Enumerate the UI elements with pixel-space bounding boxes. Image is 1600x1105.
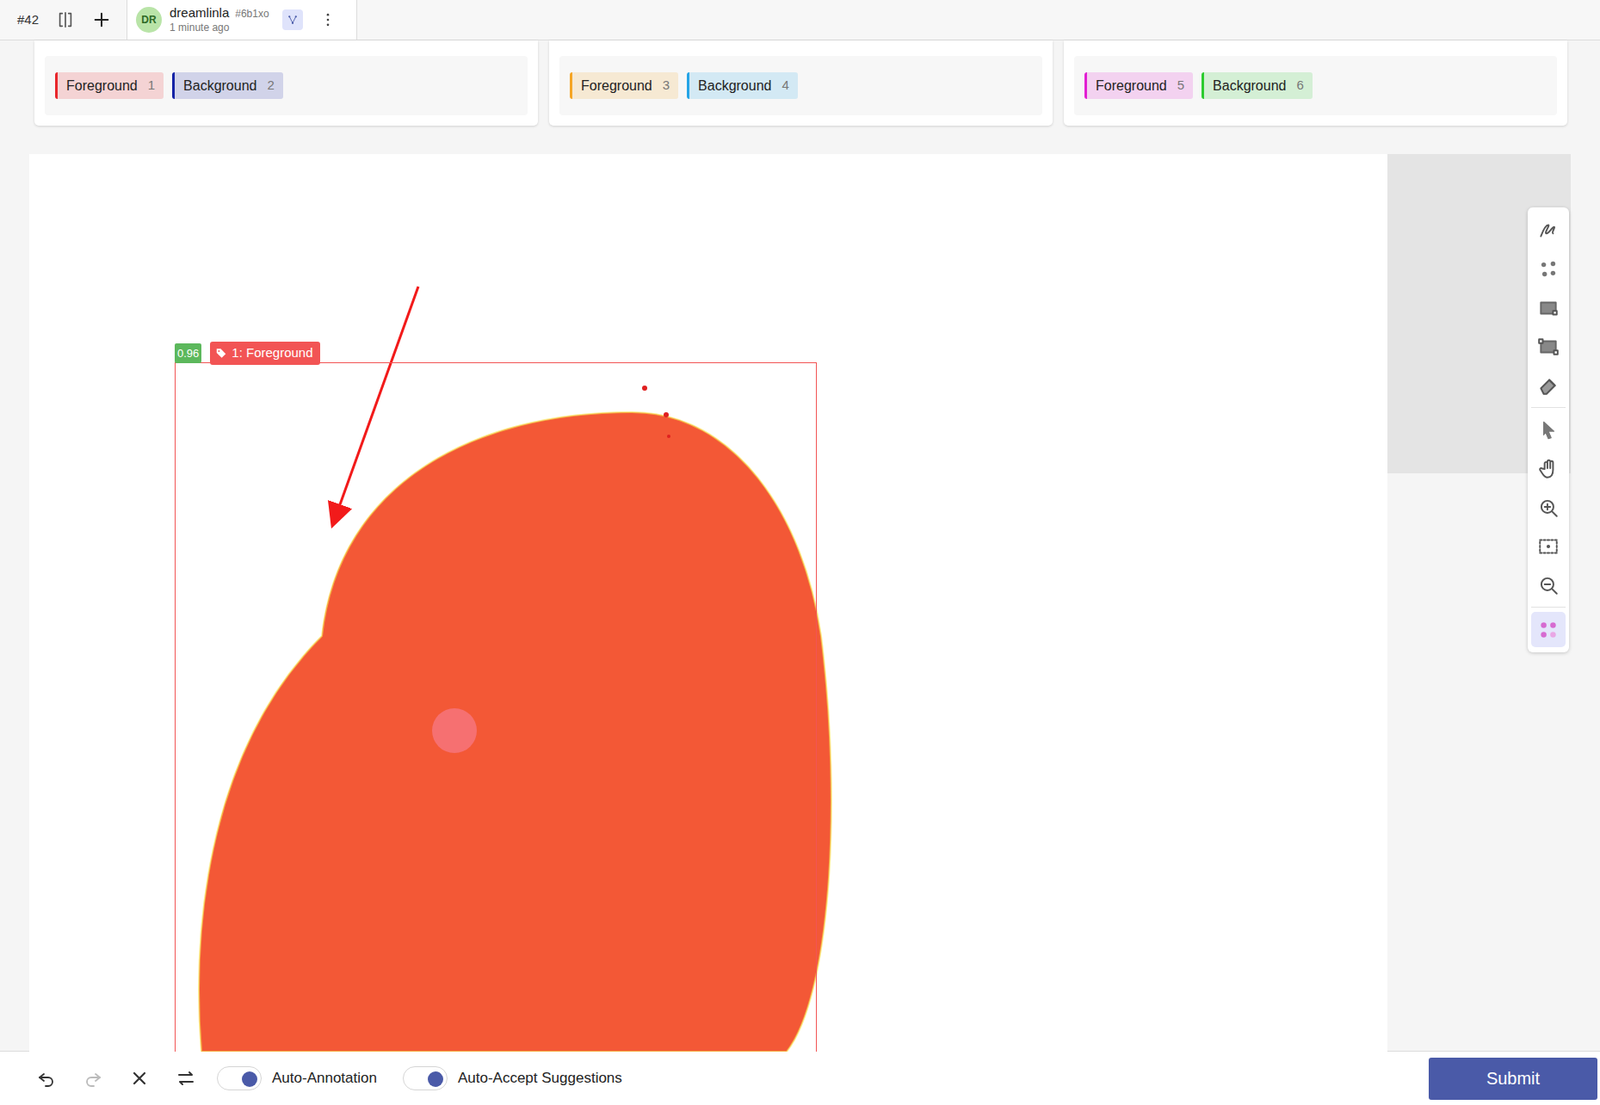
submit-button[interactable]: Submit [1428, 1057, 1598, 1100]
tool-button[interactable] [1531, 412, 1566, 448]
tab-time: 1 minute ago [169, 21, 270, 34]
region-label[interactable]: 1: Foreground [210, 341, 320, 365]
toggle-track[interactable] [216, 1066, 262, 1091]
tab-info: dreamlinla #6b1xo1 minute ago [169, 6, 270, 34]
workspace: Foreground 1 Background 2 Foreground 3 Backgro… [0, 40, 1600, 1051]
label-chip[interactable]: Foreground 1 [55, 72, 164, 99]
label-text: Foreground [66, 75, 138, 97]
tool-button[interactable] [1531, 212, 1566, 248]
region-tags: 0.96 1: Foreground [174, 341, 321, 365]
stage: 0.96 1: Foreground [0, 154, 1600, 1052]
tool-bar [1527, 207, 1570, 653]
toggle-label: Auto-Accept Suggestions [457, 1067, 623, 1090]
close-icon [129, 1068, 150, 1089]
label-hotkey: 2 [266, 75, 274, 96]
label-hotkey: 4 [781, 75, 789, 96]
label-list: Foreground 3 Background 4 [559, 55, 1043, 116]
user-name: dreamlinla [169, 6, 229, 21]
split-view-icon [55, 10, 75, 30]
tool-button[interactable] [1531, 611, 1566, 648]
graph-icon [284, 12, 301, 28]
label-text: Background [698, 75, 772, 97]
toggle-track[interactable] [402, 1066, 448, 1091]
bottom-bar: Auto-Annotation Auto-Accept Suggestions Su… [0, 1050, 1600, 1105]
label-hotkey: 1 [148, 75, 155, 96]
swap-button[interactable] [170, 1062, 202, 1094]
swap-icon [175, 1068, 197, 1089]
toggle-switch[interactable]: Auto-Accept Suggestions [402, 1066, 623, 1091]
annotation-tab[interactable]: DR dreamlinla #6b1xo1 minute ago [126, 0, 358, 40]
rectangle-icon [1537, 296, 1560, 320]
split-view-button[interactable] [47, 0, 84, 40]
user-avatar: DR [135, 6, 162, 33]
image-canvas[interactable]: 0.96 1: Foreground [29, 154, 1388, 1052]
toggle-knob [427, 1071, 444, 1088]
redo-icon [82, 1068, 104, 1089]
kebab-icon [319, 11, 337, 29]
label-panels: Foreground 1 Background 2 Foreground 3 Backgro… [0, 40, 1600, 126]
label-chip[interactable]: Foreground 3 [569, 72, 679, 99]
tool-button[interactable] [1531, 290, 1566, 326]
prediction-badge [282, 9, 303, 31]
toggle-label: Auto-Annotation [271, 1067, 377, 1090]
tool-button[interactable] [1531, 567, 1566, 603]
tab-title: dreamlinla #6b1xo [169, 6, 270, 22]
label-chip[interactable]: Background 4 [686, 72, 798, 99]
tool-button[interactable] [1531, 489, 1566, 526]
label-panel: Foreground 1 Background 2 [34, 40, 538, 126]
new-tab-button[interactable] [83, 0, 120, 40]
label-hotkey: 6 [1296, 75, 1304, 96]
pointer-icon [1537, 419, 1560, 442]
label-text: Background [1212, 75, 1286, 97]
tool-separator [1531, 606, 1566, 608]
bounding-box[interactable] [174, 362, 817, 1052]
plus-icon [92, 10, 112, 30]
label-list: Foreground 5 Background 6 [1074, 55, 1557, 116]
hand-icon [1537, 457, 1560, 481]
annotation-overlay [29, 154, 1388, 1052]
tool-button[interactable] [1531, 328, 1566, 365]
label-text: Foreground [1095, 75, 1168, 97]
label-chip[interactable]: Background 2 [172, 72, 284, 99]
label-text: Background [183, 75, 257, 97]
tool-button[interactable] [1531, 251, 1566, 287]
reset-button[interactable] [123, 1062, 155, 1094]
zoom-out-icon [1537, 574, 1560, 597]
undo-button[interactable] [30, 1062, 62, 1094]
smart-tool-icon [1537, 618, 1560, 642]
eraser-icon [1537, 374, 1560, 397]
task-id: #42 [0, 0, 48, 40]
zoom-in-icon [1537, 496, 1560, 519]
keypoints-icon [1537, 258, 1560, 281]
top-bar: #42 DR dreamlinla #6b1xo1 minute ago [0, 0, 1600, 41]
tool-button[interactable] [1531, 450, 1566, 487]
label-hotkey: 3 [662, 75, 670, 96]
label-text: Foreground [580, 75, 653, 97]
tool-button[interactable] [1531, 528, 1566, 564]
fit-icon [1537, 535, 1560, 558]
score-badge: 0.96 [174, 343, 202, 365]
toggle-switch[interactable]: Auto-Annotation [216, 1066, 377, 1091]
label-chip[interactable]: Foreground 5 [1084, 72, 1193, 99]
tag-icon [215, 346, 228, 359]
undo-icon [36, 1068, 57, 1089]
label-panel: Foreground 5 Background 6 [1063, 40, 1568, 126]
redo-button[interactable] [77, 1062, 109, 1094]
toggle-knob [241, 1071, 258, 1088]
label-panel: Foreground 3 Background 4 [549, 40, 1053, 126]
brush-icon [1537, 219, 1560, 242]
tool-button[interactable] [1531, 367, 1566, 403]
rect-3point-icon [1537, 335, 1560, 359]
label-hotkey: 5 [1177, 75, 1185, 96]
label-chip[interactable]: Background 6 [1201, 72, 1313, 99]
tool-separator [1531, 407, 1566, 408]
tab-menu-button[interactable] [310, 11, 346, 29]
label-list: Foreground 1 Background 2 [44, 55, 528, 116]
region-label-text: 1: Foreground [231, 343, 313, 364]
annotation-id: #6b1xo [234, 6, 269, 22]
